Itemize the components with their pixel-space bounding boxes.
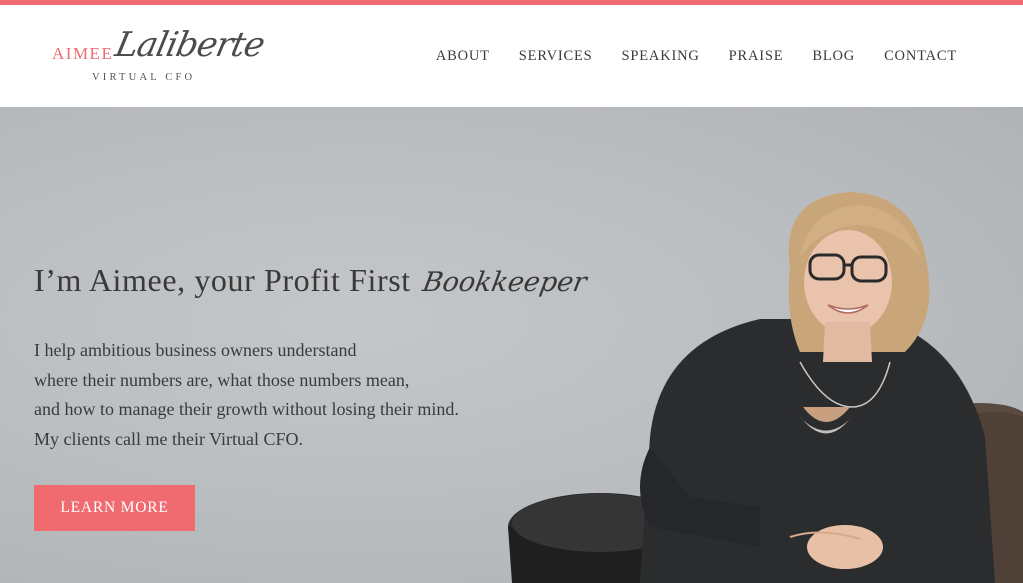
hero-description-line: I help ambitious business owners underst…: [34, 340, 357, 360]
logo-tagline: VIRTUAL CFO: [92, 72, 196, 83]
hero-heading-text: I’m Aimee, your Profit First: [34, 262, 411, 298]
logo-last-name: Laliberte: [111, 25, 268, 65]
nav-about[interactable]: ABOUT: [436, 48, 490, 65]
hero-description: I help ambitious business owners underst…: [34, 336, 459, 454]
hero-description-line: where their numbers are, what those numb…: [34, 369, 410, 390]
nav-speaking[interactable]: SPEAKING: [622, 48, 700, 65]
hero-heading: I’m Aimee, your Profit First Bookkeeper: [34, 262, 590, 299]
nav-praise[interactable]: PRAISE: [729, 48, 784, 65]
site-header: AIMEE Laliberte VIRTUAL CFO ABOUT SERVIC…: [0, 5, 1023, 107]
main-nav: ABOUT SERVICES SPEAKING PRAISE BLOG CONT…: [407, 5, 957, 107]
nav-contact[interactable]: CONTACT: [884, 48, 957, 65]
hero-section: I’m Aimee, your Profit First Bookkeeper …: [0, 107, 1023, 583]
learn-more-button[interactable]: LEARN MORE: [34, 485, 195, 531]
nav-services[interactable]: SERVICES: [519, 48, 593, 65]
hero-heading-script: Bookkeeper: [420, 267, 590, 298]
site-logo[interactable]: AIMEE Laliberte VIRTUAL CFO: [52, 25, 268, 97]
hero-description-line: and how to manage their growth without l…: [34, 399, 459, 419]
hero-description-line: My clients call me their Virtual CFO.: [34, 428, 304, 449]
nav-blog[interactable]: BLOG: [812, 48, 855, 65]
logo-first-name: AIMEE: [52, 44, 114, 63]
